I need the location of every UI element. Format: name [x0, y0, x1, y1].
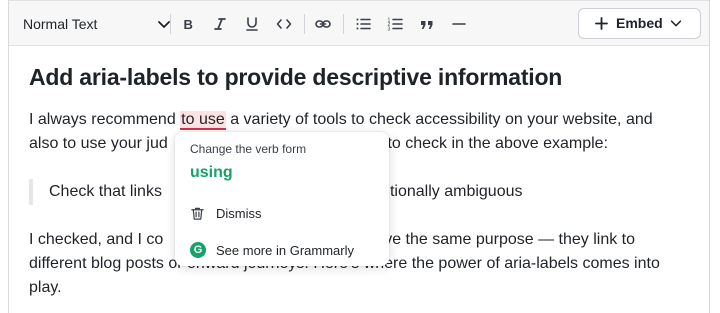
text-span: I always recommend [29, 111, 181, 128]
text-span: ave the same purpose — they link to [375, 231, 636, 248]
embed-button[interactable]: Embed [578, 8, 701, 39]
divider-icon [452, 23, 466, 25]
plus-icon [595, 17, 608, 30]
underline-icon [246, 17, 258, 31]
text-span: I checked, and I co [29, 231, 164, 248]
underline-button[interactable] [241, 13, 263, 35]
chevron-down-icon [670, 20, 682, 27]
toolbar-divider [170, 14, 171, 34]
see-more-grammarly-button[interactable]: G See more in Grammarly [190, 239, 354, 261]
text-span: Check that links [49, 183, 162, 200]
bullet-list-icon [356, 18, 371, 30]
see-more-label: See more in Grammarly [216, 242, 354, 258]
bullet-list-button[interactable] [352, 13, 374, 35]
numbered-list-button[interactable]: 123 [384, 13, 406, 35]
svg-text:B: B [184, 17, 193, 32]
svg-text:3: 3 [388, 27, 391, 33]
trash-icon [191, 207, 204, 220]
text-style-dropdown[interactable]: Normal Text [23, 13, 173, 35]
grammar-error-highlight[interactable]: to use [180, 111, 226, 130]
code-button[interactable] [273, 13, 295, 35]
bold-button[interactable]: B [177, 13, 199, 35]
suggestion-caption: Change the verb form [190, 142, 307, 156]
toolbar-divider [304, 14, 305, 34]
dismiss-button[interactable]: Dismiss [190, 202, 262, 224]
bold-icon: B [184, 17, 193, 32]
numbered-list-icon: 123 [388, 18, 403, 33]
code-icon [276, 19, 292, 29]
paragraph-line: I always recommend to use a variety of t… [29, 108, 653, 132]
editor-toolbar: Normal Text B 123 Embed [9, 0, 709, 46]
italic-button[interactable] [209, 13, 231, 35]
blockquote-bar [29, 179, 33, 205]
link-button[interactable] [312, 13, 334, 35]
text-style-label: Normal Text [23, 16, 98, 32]
toolbar-divider [343, 14, 344, 34]
text-span: also to use your jud [29, 135, 168, 152]
grammarly-logo-icon: G [190, 242, 206, 258]
divider-button[interactable] [448, 13, 470, 35]
italic-icon [214, 18, 226, 30]
document-heading: Add aria-labels to provide descriptive i… [29, 64, 563, 90]
quote-icon [421, 21, 433, 29]
text-span: a variety of tools to check accessibilit… [225, 111, 653, 128]
paragraph-line: play. [29, 279, 62, 296]
grammarly-suggestion-popup: Change the verb form using Dismiss G See… [175, 132, 389, 266]
embed-label: Embed [616, 15, 663, 31]
suggestion-replacement[interactable]: using [190, 164, 233, 182]
dismiss-label: Dismiss [216, 205, 262, 221]
rich-text-editor: Normal Text B 123 Embed Add aria-labels … [8, 0, 710, 313]
link-icon [315, 20, 331, 28]
quote-button[interactable] [416, 13, 438, 35]
